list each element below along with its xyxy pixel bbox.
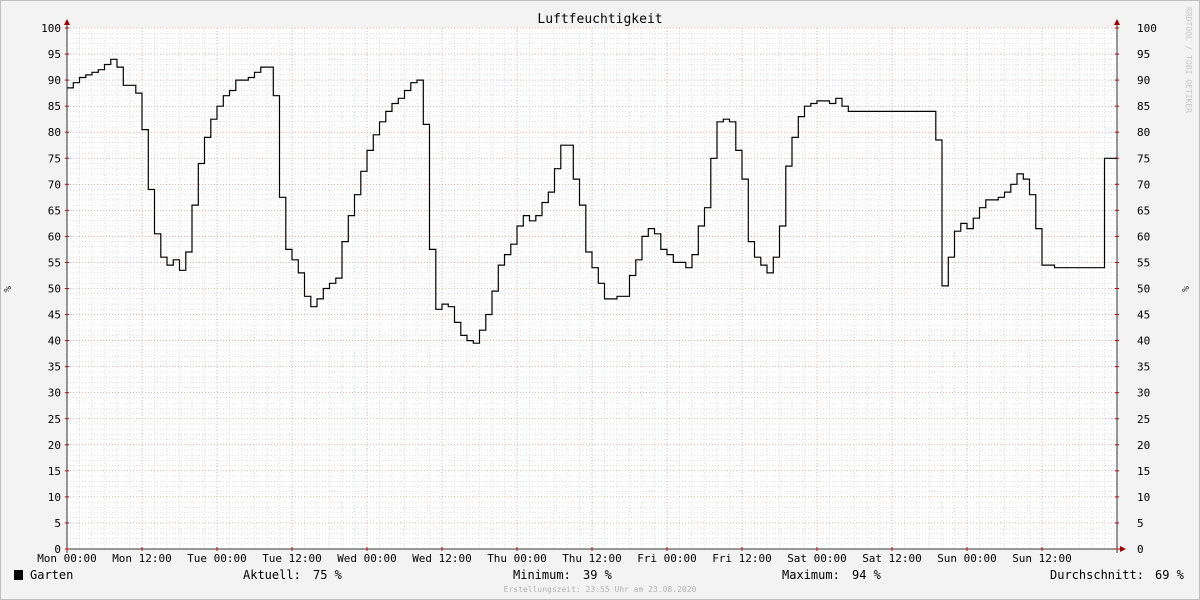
x-tick-label: Tue 12:00 <box>262 552 322 565</box>
y-tick-label: 60 <box>48 230 61 243</box>
y-tick-label: 25 <box>48 413 61 426</box>
x-tick-label: Mon 12:00 <box>112 552 172 565</box>
y-tick-label: 30 <box>1137 387 1150 400</box>
x-tick-label: Wed 00:00 <box>337 552 397 565</box>
y-tick-label: 0 <box>1137 543 1144 556</box>
y-tick-label: 15 <box>1137 465 1150 478</box>
y-tick-label: 60 <box>1137 230 1150 243</box>
y-tick-label: 55 <box>48 256 61 269</box>
x-tick-label: Fri 12:00 <box>712 552 772 565</box>
y-tick-label: 85 <box>1137 100 1150 113</box>
legend-series-name: Garten <box>30 568 73 582</box>
y-tick-label: 5 <box>54 517 61 530</box>
y-tick-label: 95 <box>1137 48 1150 61</box>
x-tick-label: Sat 00:00 <box>787 552 847 565</box>
y-tick-label: 45 <box>48 309 61 322</box>
legend-avg-label: Durchschnitt: <box>1050 568 1144 582</box>
footer-created: Erstellungszeit: 23:55 Uhr am 23.08.2020 <box>504 585 697 594</box>
y-tick-label: 35 <box>48 361 61 374</box>
legend-current-label: Aktuell: <box>243 568 301 582</box>
legend-min-value: 39 % <box>583 568 613 582</box>
x-tick-label: Fri 00:00 <box>637 552 697 565</box>
y-tick-label: 25 <box>1137 413 1150 426</box>
x-tick-label: Sun 12:00 <box>1012 552 1072 565</box>
y-tick-label: 80 <box>48 126 61 139</box>
y-axis-label-left: % <box>3 286 14 292</box>
legend-max-value: 94 % <box>852 568 882 582</box>
chart-window: 0 5 10 15 20 25 30 35 40 45 50 55 60 65 70 75 80 85 90 95 10… <box>0 0 1200 600</box>
x-tick-label: Tue 00:00 <box>187 552 247 565</box>
y-tick-label: 70 <box>1137 178 1150 191</box>
y-tick-label: 65 <box>48 204 61 217</box>
y-tick-label: 20 <box>1137 439 1150 452</box>
y-tick-label: 100 <box>41 22 61 35</box>
legend-avg-value: 69 % <box>1155 568 1185 582</box>
y-tick-label: 30 <box>48 387 61 400</box>
y-tick-label: 65 <box>1137 204 1150 217</box>
watermark: RRDTOOL / TOBI OETIKER <box>1184 7 1193 113</box>
y-axis-label-right: % <box>1181 286 1192 292</box>
y-tick-label: 40 <box>1137 335 1150 348</box>
x-tick-label: Thu 12:00 <box>562 552 622 565</box>
y-tick-label: 75 <box>1137 152 1150 165</box>
y-tick-label: 85 <box>48 100 61 113</box>
chart-title: Luftfeuchtigkeit <box>537 12 662 27</box>
legend-min-label: Minimum: <box>513 568 571 582</box>
y-tick-label: 70 <box>48 178 61 191</box>
y-tick-label: 100 <box>1137 22 1157 35</box>
y-tick-label: 50 <box>1137 283 1150 296</box>
x-tick-label: Wed 12:00 <box>412 552 472 565</box>
legend-max-label: Maximum: <box>782 568 840 582</box>
x-tick-label: Sun 00:00 <box>937 552 997 565</box>
y-tick-label: 75 <box>48 152 61 165</box>
humidity-chart: 0 5 10 15 20 25 30 35 40 45 50 55 60 65 70 75 80 85 90 95 10… <box>0 0 1200 600</box>
y-tick-label: 50 <box>48 283 61 296</box>
y-tick-label: 10 <box>48 491 61 504</box>
y-tick-label: 15 <box>48 465 61 478</box>
x-tick-label: Thu 00:00 <box>487 552 547 565</box>
y-tick-label: 20 <box>48 439 61 452</box>
legend-swatch <box>14 570 23 580</box>
x-tick-label: Mon 00:00 <box>37 552 97 565</box>
y-tick-label: 95 <box>48 48 61 61</box>
y-tick-label: 90 <box>1137 74 1150 87</box>
legend-current-value: 75 % <box>313 568 343 582</box>
y-tick-label: 40 <box>48 335 61 348</box>
y-tick-label: 45 <box>1137 309 1150 322</box>
x-tick-label: Sat 12:00 <box>862 552 922 565</box>
y-tick-label: 10 <box>1137 491 1150 504</box>
y-tick-label: 5 <box>1137 517 1144 530</box>
y-tick-label: 55 <box>1137 256 1150 269</box>
y-tick-label: 90 <box>48 74 61 87</box>
y-tick-label: 35 <box>1137 361 1150 374</box>
y-tick-label: 80 <box>1137 126 1150 139</box>
